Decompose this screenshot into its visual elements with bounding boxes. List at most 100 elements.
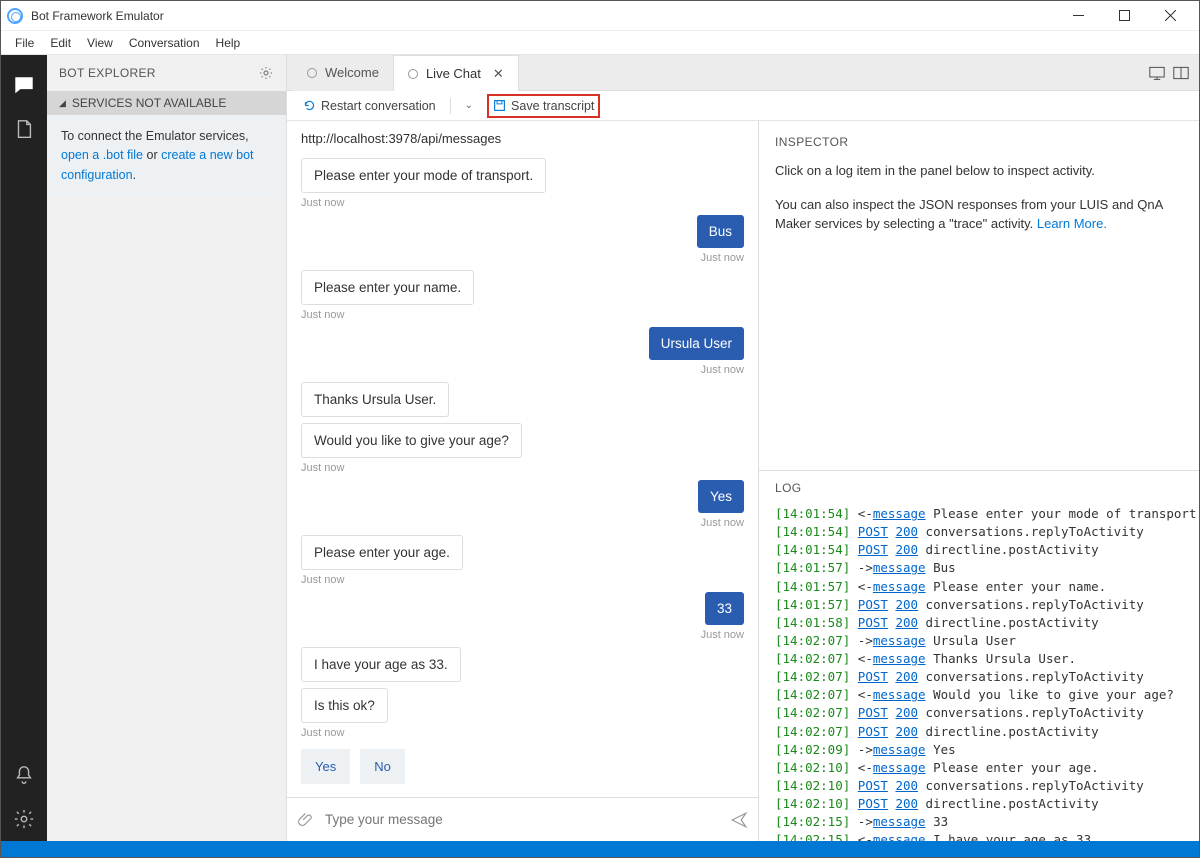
log-method-link[interactable]: POST [858, 615, 888, 630]
menu-file[interactable]: File [7, 34, 42, 52]
save-transcript-button[interactable]: Save transcript [487, 94, 600, 118]
attachment-icon[interactable] [297, 811, 315, 829]
log-message-link[interactable]: message [873, 742, 926, 757]
maximize-button[interactable] [1101, 1, 1147, 31]
log-message-link[interactable]: message [873, 633, 926, 648]
log-status-link[interactable]: 200 [895, 524, 918, 539]
message-bubble: I have your age as 33. [301, 647, 461, 682]
log-method-link[interactable]: POST [858, 778, 888, 793]
message-timestamp: Just now [701, 364, 744, 376]
send-icon[interactable] [730, 811, 748, 829]
log-method-link[interactable]: POST [858, 542, 888, 557]
message-timestamp: Just now [301, 462, 344, 474]
chevron-down-icon[interactable]: ⌄ [461, 100, 477, 111]
tab-dot-icon [307, 68, 317, 78]
log-message-link[interactable]: message [873, 651, 926, 666]
log-message-link[interactable]: message [873, 760, 926, 775]
log-title: LOG [759, 471, 1199, 505]
message-timestamp: Just now [701, 629, 744, 641]
log-message-link[interactable]: message [873, 560, 926, 575]
bot-message[interactable]: Would you like to give your age? Just now [301, 423, 744, 474]
layout-presentation-icon[interactable] [1149, 66, 1165, 80]
minimize-button[interactable] [1055, 1, 1101, 31]
menu-conversation[interactable]: Conversation [121, 34, 208, 52]
message-input[interactable] [325, 812, 720, 827]
log-entry[interactable]: [14:01:57] ->message Bus [775, 559, 1183, 577]
log-method-link[interactable]: POST [858, 669, 888, 684]
log-entry[interactable]: [14:02:07] ->message Ursula User [775, 632, 1183, 650]
chat-scroll[interactable]: Please enter your mode of transport.Just… [287, 152, 758, 797]
message-bubble: Thanks Ursula User. [301, 382, 449, 417]
log-entry[interactable]: [14:01:57] POST 200 conversations.replyT… [775, 596, 1183, 614]
log-status-link[interactable]: 200 [895, 778, 918, 793]
bot-message[interactable]: Please enter your mode of transport.Just… [301, 158, 744, 209]
log-message-link[interactable]: message [873, 814, 926, 829]
log-entry[interactable]: [14:02:07] <-message Thanks Ursula User. [775, 650, 1183, 668]
bot-message[interactable]: Please enter your name.Just now [301, 270, 744, 321]
activity-bell-icon[interactable] [1, 753, 47, 797]
log-method-link[interactable]: POST [858, 796, 888, 811]
log-message-link[interactable]: message [873, 687, 926, 702]
menu-help[interactable]: Help [208, 34, 249, 52]
log-entry[interactable]: [14:02:15] <-message I have your age as … [775, 831, 1183, 841]
menu-view[interactable]: View [79, 34, 121, 52]
user-message[interactable]: BusJust now [301, 215, 744, 264]
close-icon[interactable]: ✕ [493, 66, 504, 82]
suggested-action-button[interactable]: No [360, 749, 405, 784]
bot-message[interactable]: Please enter your age.Just now [301, 535, 744, 586]
log-entry[interactable]: [14:01:54] POST 200 conversations.replyT… [775, 523, 1183, 541]
bot-message[interactable]: I have your age as 33. [301, 647, 744, 682]
activity-settings-icon[interactable] [1, 797, 47, 841]
user-message[interactable]: Ursula UserJust now [301, 327, 744, 376]
layout-split-icon[interactable] [1173, 66, 1189, 80]
log-entry[interactable]: [14:01:57] <-message Please enter your n… [775, 578, 1183, 596]
gear-icon[interactable] [258, 65, 274, 81]
user-message[interactable]: YesJust now [301, 480, 744, 529]
learn-more-link[interactable]: Learn More. [1037, 216, 1107, 231]
log-message-link[interactable]: message [873, 506, 926, 521]
tab-welcome[interactable]: Welcome [293, 55, 393, 91]
bot-message[interactable]: Thanks Ursula User. [301, 382, 744, 417]
log-entry[interactable]: [14:02:15] ->message 33 [775, 813, 1183, 831]
log-entry[interactable]: [14:01:54] <-message Please enter your m… [775, 505, 1183, 523]
log-method-link[interactable]: POST [858, 724, 888, 739]
restart-conversation-button[interactable]: Restart conversation [299, 96, 440, 116]
log-method-link[interactable]: POST [858, 705, 888, 720]
log-status-link[interactable]: 200 [895, 724, 918, 739]
log-method-link[interactable]: POST [858, 597, 888, 612]
log-entry[interactable]: [14:02:10] POST 200 directline.postActiv… [775, 795, 1183, 813]
log-entry[interactable]: [14:02:09] ->message Yes [775, 741, 1183, 759]
log-entry[interactable]: [14:02:07] POST 200 conversations.replyT… [775, 668, 1183, 686]
user-message[interactable]: 33Just now [301, 592, 744, 641]
log-status-link[interactable]: 200 [895, 542, 918, 557]
menu-edit[interactable]: Edit [42, 34, 79, 52]
log-entry[interactable]: [14:01:58] POST 200 directline.postActiv… [775, 614, 1183, 632]
log-entry[interactable]: [14:02:10] POST 200 conversations.replyT… [775, 777, 1183, 795]
log-entry[interactable]: [14:02:10] <-message Please enter your a… [775, 759, 1183, 777]
log-status-link[interactable]: 200 [895, 669, 918, 684]
log-message-link[interactable]: message [873, 579, 926, 594]
log-entry[interactable]: [14:02:07] POST 200 directline.postActiv… [775, 723, 1183, 741]
log-entry[interactable]: [14:02:07] POST 200 conversations.replyT… [775, 704, 1183, 722]
log-status-link[interactable]: 200 [895, 597, 918, 612]
log-message-link[interactable]: message [873, 832, 926, 841]
activity-chat-icon[interactable] [1, 63, 47, 107]
suggested-action-button[interactable]: Yes [301, 749, 350, 784]
bot-message[interactable]: Is this ok?Just now [301, 688, 744, 739]
suggested-actions: Yes No [301, 749, 744, 784]
open-bot-file-link[interactable]: open a .bot file [61, 148, 143, 162]
chat-toolbar: Restart conversation ⌄ Save transcript [287, 91, 1199, 121]
log-status-link[interactable]: 200 [895, 615, 918, 630]
log-entry[interactable]: [14:01:54] POST 200 directline.postActiv… [775, 541, 1183, 559]
message-bubble: Would you like to give your age? [301, 423, 522, 458]
log-entry[interactable]: [14:02:07] <-message Would you like to g… [775, 686, 1183, 704]
close-button[interactable] [1147, 1, 1193, 31]
activity-document-icon[interactable] [1, 107, 47, 151]
log-status-link[interactable]: 200 [895, 705, 918, 720]
inspector-title: INSPECTOR [775, 133, 1183, 151]
sidebar-section-header[interactable]: ◢ SERVICES NOT AVAILABLE [47, 91, 286, 115]
log-scroll[interactable]: [14:01:54] <-message Please enter your m… [759, 505, 1199, 841]
log-method-link[interactable]: POST [858, 524, 888, 539]
tab-live-chat[interactable]: Live Chat ✕ [393, 55, 519, 91]
log-status-link[interactable]: 200 [895, 796, 918, 811]
